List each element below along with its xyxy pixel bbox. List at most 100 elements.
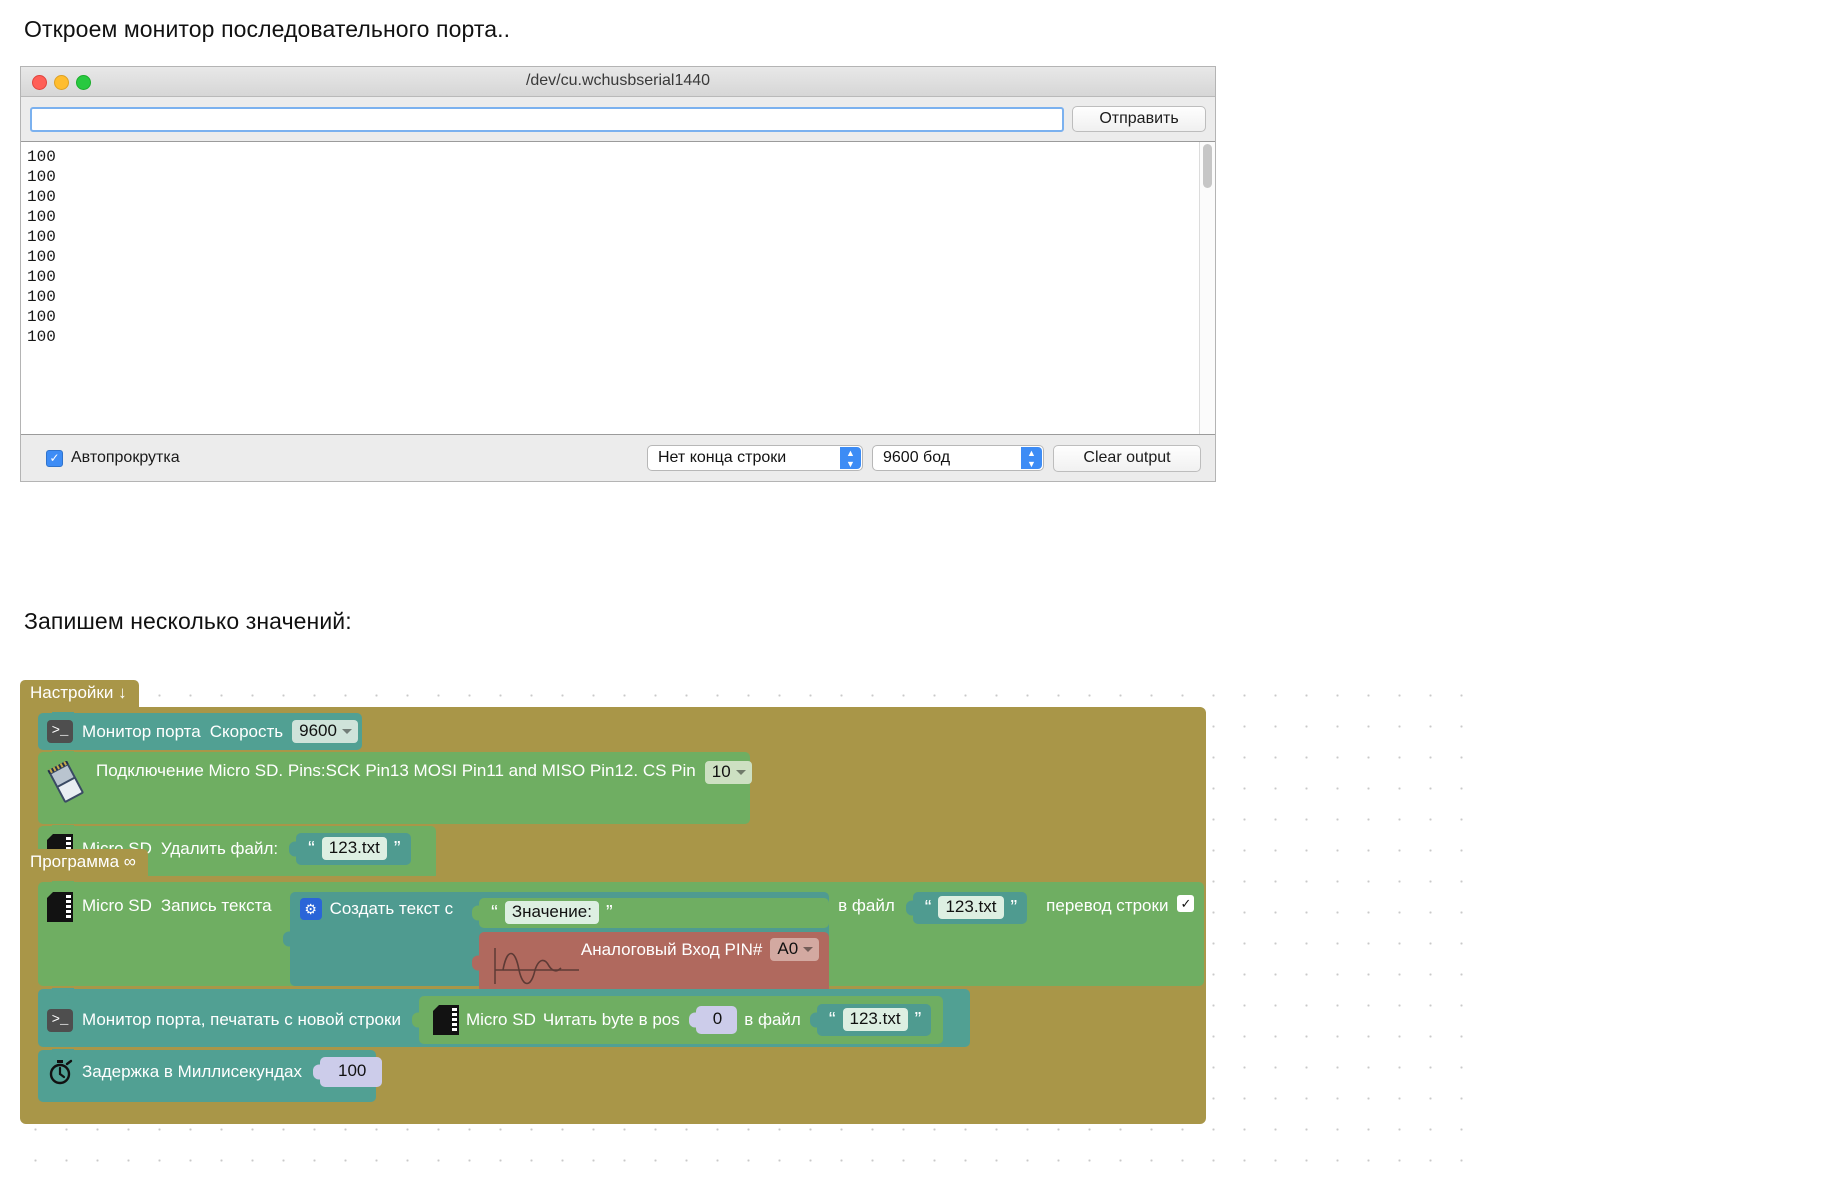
quote-open-icon: “ — [925, 901, 932, 915]
newline-label: перевод строки — [1046, 892, 1168, 916]
serial-send-input[interactable] — [30, 107, 1064, 132]
newline-checkbox[interactable]: ✓ — [1177, 895, 1194, 912]
block-editor-canvas[interactable]: Настройки ↓ >_ Монитор порта Скорость 96… — [20, 680, 1470, 1180]
quote-open-icon: “ — [829, 1013, 836, 1027]
serial-output-area: 100100100100100100100100100100 — [21, 141, 1215, 435]
create-text-header: ⚙ Создать текст с — [300, 898, 464, 920]
reporter-text-value-label[interactable]: “ Значение: ” — [479, 898, 829, 928]
block-delay-ms[interactable]: Задержка в Миллисекундах 100 — [38, 1050, 376, 1102]
serial-output-line: 100 — [27, 267, 1199, 287]
block-serial-print-row: >_ Монитор порта, печатать с новой строк… — [38, 989, 955, 1051]
serial-output-line: 100 — [27, 147, 1199, 167]
write-filename-field[interactable]: 123.txt — [938, 896, 1003, 919]
scrollbar-thumb[interactable] — [1203, 144, 1212, 188]
serial-output-scrollbar[interactable] — [1199, 142, 1215, 434]
block-serial-monitor-setup[interactable]: >_ Монитор порта Скорость 9600 — [38, 713, 362, 750]
reporter-sd-read-byte[interactable]: Micro SD Читать byte в pos 0 в файл “ 12… — [419, 996, 943, 1044]
terminal-icon: >_ — [47, 1009, 73, 1032]
analog-pin-value: A0 — [777, 939, 798, 959]
serial-output-text[interactable]: 100100100100100100100100100100 — [21, 142, 1199, 434]
read-position-field[interactable]: 0 — [702, 1008, 733, 1031]
chevron-down-icon — [736, 770, 746, 775]
timer-icon — [47, 1059, 73, 1085]
block-serial-monitor-setup-row: >_ Монитор порта Скорость 9600 — [38, 713, 370, 750]
analog-read-label: Аналоговый Вход PIN# — [581, 940, 762, 960]
sd-module-icon — [47, 761, 87, 807]
setup-hat-label: Настройки ↓ — [20, 680, 139, 707]
create-text-label: Создать текст с — [330, 899, 454, 919]
serial-print-label: Монитор порта, печатать с новой строки — [82, 1010, 401, 1030]
quote-open-icon: “ — [491, 906, 498, 920]
autoscroll-toggle[interactable]: ✓ Автопрокрутка — [46, 449, 180, 467]
sd-read-to-file-label: в файл — [744, 1010, 801, 1030]
block-delay-row: Задержка в Миллисекундах 100 — [38, 1050, 394, 1094]
serial-speed-dropdown[interactable]: 9600 — [292, 720, 358, 743]
chevron-down-icon — [803, 947, 813, 952]
reporter-read-position[interactable]: 0 — [696, 1006, 737, 1034]
sd-read-prefix: Micro SD — [466, 1010, 536, 1030]
read-filename-field[interactable]: 123.txt — [843, 1008, 908, 1031]
serial-output-line: 100 — [27, 307, 1199, 327]
window-titlebar: /dev/cu.wchusbserial1440 — [21, 67, 1215, 97]
gear-icon[interactable]: ⚙ — [300, 898, 322, 920]
block-sd-write-label: Запись текста — [161, 892, 272, 916]
reporter-text-filename-write[interactable]: “ 123.txt ” — [913, 892, 1027, 924]
reporter-analog-read[interactable]: Аналоговый Вход PIN# A0 — [479, 932, 829, 994]
quote-close-icon: ” — [606, 906, 613, 920]
analog-pin-dropdown[interactable]: A0 — [770, 938, 819, 961]
baud-rate-select[interactable]: 9600 бод ▲▼ — [872, 445, 1044, 471]
block-sd-write-text-row: Micro SD Запись текста ⚙ Создать текст с — [38, 882, 1206, 993]
autoscroll-checkbox[interactable]: ✓ — [46, 450, 63, 467]
serial-output-line: 100 — [27, 167, 1199, 187]
window-title: /dev/cu.wchusbserial1440 — [21, 72, 1215, 90]
serial-output-line: 100 — [27, 287, 1199, 307]
serial-output-line: 100 — [27, 187, 1199, 207]
block-serial-speed-label: Скорость — [210, 722, 283, 742]
program-hat-body: Micro SD Запись текста ⚙ Создать текст с — [20, 876, 1206, 1124]
sd-card-icon — [47, 892, 73, 922]
block-sd-init-row: Подключение Micro SD. Pins:SCK Pin13 MOS… — [38, 752, 764, 814]
sd-read-label: Читать byte в pos — [543, 1010, 680, 1030]
value-text-field[interactable]: Значение: — [505, 901, 599, 924]
block-sd-write-text[interactable]: Micro SD Запись текста ⚙ Создать текст с — [38, 882, 1204, 986]
intro-heading-serial-monitor: Откроем монитор последовательного порта.… — [24, 16, 510, 43]
quote-close-icon: ” — [915, 1013, 922, 1027]
block-serial-monitor-label: Монитор порта — [82, 722, 201, 742]
serial-speed-value: 9600 — [299, 721, 337, 741]
chevron-updown-icon: ▲▼ — [1021, 447, 1042, 469]
chevron-updown-icon: ▲▼ — [840, 447, 861, 469]
reporter-text-filename-read[interactable]: “ 123.txt ” — [817, 1004, 931, 1036]
program-section: Программа ∞ Micro SD Запись текста — [20, 849, 1210, 1124]
delay-value-field[interactable]: 100 — [327, 1060, 377, 1083]
sd-cs-pin-dropdown[interactable]: 10 — [705, 761, 752, 784]
program-hat-label: Программа ∞ — [20, 849, 148, 876]
baud-rate-value: 9600 бод — [883, 449, 950, 467]
chevron-down-icon — [342, 729, 352, 734]
line-ending-select[interactable]: Нет конца строки ▲▼ — [647, 445, 863, 471]
terminal-icon: >_ — [47, 720, 73, 743]
create-text-stack: ⚙ Создать текст с — [300, 898, 464, 920]
sd-cs-pin-value: 10 — [712, 762, 731, 782]
quote-close-icon: ” — [1011, 901, 1018, 915]
serial-send-row: Отправить — [21, 97, 1215, 141]
block-serial-print-line[interactable]: >_ Монитор порта, печатать с новой строк… — [38, 989, 970, 1047]
serial-output-line: 100 — [27, 247, 1199, 267]
block-sd-init[interactable]: Подключение Micro SD. Pins:SCK Pin13 MOS… — [38, 752, 750, 824]
reporter-create-text[interactable]: ⚙ Создать текст с “ Значение: ” — [290, 892, 830, 986]
delay-label: Задержка в Миллисекундах — [82, 1062, 302, 1082]
analog-read-content: Аналоговый Вход PIN# A0 — [581, 938, 819, 961]
serial-bottom-bar: ✓ Автопрокрутка Нет конца строки ▲▼ 9600… — [21, 435, 1215, 481]
send-button[interactable]: Отправить — [1072, 106, 1206, 132]
line-ending-value: Нет конца строки — [658, 449, 786, 467]
create-text-inputs: “ Значение: ” Аналоговый Вход P — [470, 898, 829, 994]
block-sd-write-prefix: Micro SD — [82, 892, 152, 916]
waveform-icon — [493, 946, 583, 986]
autoscroll-label: Автопрокрутка — [71, 449, 180, 467]
block-sd-init-label: Подключение Micro SD. Pins:SCK Pin13 MOS… — [96, 761, 696, 781]
write-to-file-label: в файл — [838, 892, 895, 916]
intro-heading-write-values: Запишем несколько значений: — [24, 608, 352, 635]
serial-output-line: 100 — [27, 227, 1199, 247]
clear-output-button[interactable]: Clear output — [1053, 445, 1201, 472]
reporter-delay-value[interactable]: 100 — [320, 1057, 382, 1087]
serial-output-line: 100 — [27, 207, 1199, 227]
